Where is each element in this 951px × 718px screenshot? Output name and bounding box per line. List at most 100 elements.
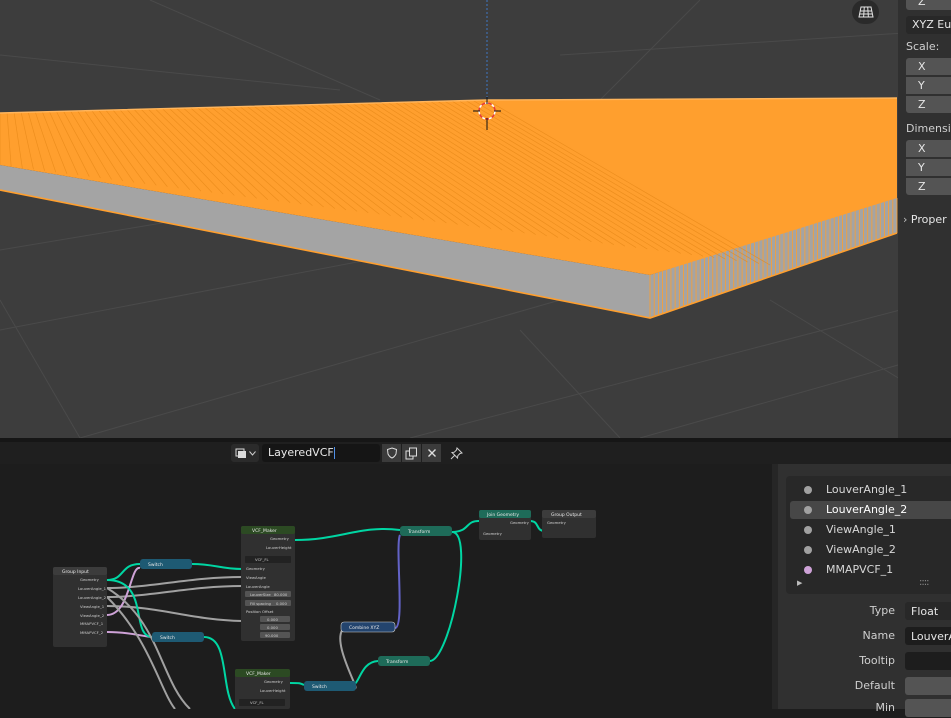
interface-item[interactable]: LouverAngle_1 [790, 481, 951, 499]
grid-ortho-icon[interactable] [852, 0, 879, 24]
socket-label: Geometry [264, 679, 284, 684]
socket-label: LouverAngle_2 [78, 595, 107, 600]
socket-label: ViewAngle [246, 575, 266, 580]
socket-label: LouverAngle [246, 584, 270, 589]
node-join-geometry[interactable]: Join Geometry Geometry Geometry [479, 510, 531, 540]
properties-label: Proper [910, 213, 947, 226]
resize-grip-icon[interactable]: :::: [919, 577, 930, 588]
unlink-button[interactable] [422, 444, 441, 462]
tooltip-row: Tooltip [778, 651, 951, 671]
node-group-selector[interactable]: VCF_FL [255, 557, 270, 562]
node-title: Combine XYZ [349, 625, 379, 631]
socket-label: MMAPVCF_2 [80, 630, 104, 635]
offset-x-value[interactable]: 0.000 [267, 617, 278, 622]
interface-item-label: LouverAngle_2 [826, 503, 908, 516]
node-graph[interactable]: Group Input Geometry LouverAngle_1 Louve… [0, 464, 772, 709]
dimensions-z-field[interactable]: Z [906, 178, 951, 195]
rotation-z-field[interactable]: Z [906, 0, 951, 10]
pin-button[interactable] [447, 444, 465, 462]
duplicate-icon [405, 447, 417, 459]
group-interface-sidebar: LouverAngle_1 LouverAngle_2 ViewAngle_1 … [778, 464, 951, 717]
interface-item[interactable]: ViewAngle_2 [790, 541, 951, 559]
interface-list[interactable]: LouverAngle_1 LouverAngle_2 ViewAngle_1 … [786, 476, 951, 594]
min-field[interactable] [905, 699, 951, 717]
3d-viewport[interactable]: Z XYZ Eul Scale: X Y Z Dimensio X Y Z › … [0, 0, 951, 438]
interface-item-label: MMAPVCF_1 [826, 563, 894, 576]
node-title: Group Output [551, 512, 582, 518]
dimensions-heading: Dimensio [906, 122, 951, 135]
interface-item-label: LouverAngle_1 [826, 483, 908, 496]
rotation-mode-dropdown[interactable]: XYZ Eul [906, 16, 951, 34]
node-canvas[interactable]: Group Input Geometry LouverAngle_1 Louve… [0, 464, 772, 709]
interface-item[interactable]: ViewAngle_1 [790, 521, 951, 539]
node-vcf-maker-2[interactable]: VCF_Maker Geometry LouverHeight VCF_FL [235, 669, 290, 709]
node-title: Switch [312, 684, 327, 690]
min-label: Min [875, 701, 895, 714]
scale-heading: Scale: [906, 40, 940, 53]
socket-label: MMAPVCF_1 [80, 621, 104, 626]
default-field[interactable] [905, 677, 951, 695]
offset-y-value[interactable]: 0.000 [267, 625, 278, 630]
shader-socket-icon [804, 566, 812, 574]
socket-label: Geometry [483, 531, 503, 536]
node-title: Switch [148, 562, 163, 568]
expand-triangle-icon[interactable]: ▶ [797, 579, 802, 587]
properties-panel-header[interactable]: › Proper [903, 213, 947, 226]
scale-x-field[interactable]: X [906, 58, 951, 75]
interface-item-label: ViewAngle_2 [826, 543, 896, 556]
scale-z-field[interactable]: Z [906, 96, 951, 113]
node-tree-type-button[interactable] [231, 444, 259, 462]
node-transform-1[interactable]: Transform [400, 526, 452, 536]
type-label: Type [869, 604, 895, 617]
transform-panel: Z XYZ Eul Scale: X Y Z Dimensio X Y Z › … [898, 0, 951, 438]
scale-y-field[interactable]: Y [906, 77, 951, 94]
socket-label: Geometry [246, 566, 266, 571]
min-row: Min [778, 698, 951, 718]
type-row: Type Float [778, 601, 951, 621]
type-dropdown[interactable]: Float [905, 602, 951, 620]
dimensions-y-field[interactable]: Y [906, 159, 951, 176]
node-title: Transform [407, 529, 430, 535]
float-socket-icon [804, 486, 812, 494]
float-socket-icon [804, 546, 812, 554]
fake-user-shield-button[interactable] [382, 444, 401, 462]
socket-label: Geometry [270, 536, 290, 541]
socket-label: LouverAngle_1 [78, 586, 107, 591]
default-label: Default [854, 679, 895, 692]
interface-item-active[interactable]: LouverAngle_2 [790, 501, 951, 519]
node-tree-name-input[interactable]: LayeredVCF [262, 444, 380, 462]
louver-size-value[interactable]: 80.000 [274, 592, 288, 597]
viewport-scene[interactable] [0, 0, 951, 438]
node-group-output[interactable]: Group Output Geometry [542, 510, 596, 538]
tooltip-label: Tooltip [859, 654, 895, 667]
node-switch-3[interactable]: Switch [304, 681, 356, 691]
default-row: Default [778, 676, 951, 696]
node-vcf-maker-1[interactable]: VCF_Maker Geometry LouverHeight VCF_FL G… [241, 526, 295, 641]
node-group-input[interactable]: Group Input Geometry LouverAngle_1 Louve… [53, 567, 107, 647]
node-title: VCF_Maker [246, 671, 271, 677]
node-group-selector[interactable]: VCF_FL [250, 700, 265, 705]
unlink-x-icon [427, 449, 436, 457]
fill-spacing-value[interactable]: 0.000 [276, 601, 287, 606]
socket-label: Geometry [547, 520, 567, 525]
node-links [106, 519, 546, 709]
socket-label: Fill spacing [250, 601, 272, 606]
chevron-right-icon: › [903, 213, 908, 226]
offset-z-value[interactable]: 90.000 [265, 633, 279, 638]
node-switch-2[interactable]: Switch [152, 632, 204, 642]
node-transform-2[interactable]: Transform [378, 656, 430, 666]
dimensions-x-field[interactable]: X [906, 140, 951, 157]
node-editor-header [0, 442, 951, 464]
tooltip-field[interactable] [905, 652, 951, 670]
node-title: Group Input [62, 569, 89, 575]
socket-label: LouverHeight [266, 545, 292, 550]
node-switch-1[interactable]: Switch [140, 559, 192, 569]
duplicate-button[interactable] [402, 444, 421, 462]
name-field[interactable]: LouverA [905, 627, 951, 645]
socket-label: ViewAngle_2 [80, 613, 105, 618]
node-title: Switch [160, 635, 175, 641]
chevron-down-icon [248, 450, 256, 456]
fake-user-shield-icon [386, 447, 397, 459]
node-title: Join Geometry [486, 512, 519, 518]
node-combine-xyz[interactable]: Combine XYZ [340, 621, 396, 633]
